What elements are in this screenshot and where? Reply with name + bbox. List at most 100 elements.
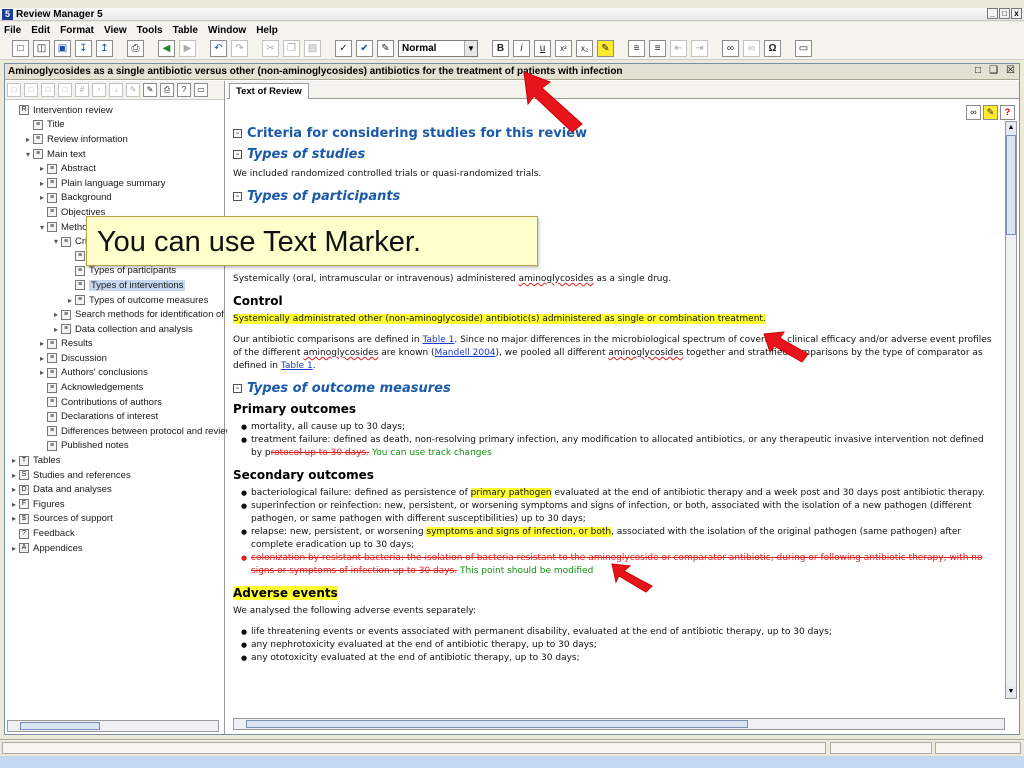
- scrollbar-thumb[interactable]: [1006, 135, 1016, 235]
- tree-item[interactable]: ≡ Types of interventions: [5, 278, 219, 293]
- maximize-button[interactable]: □: [999, 8, 1010, 19]
- tree-item[interactable]: ▸ S Studies and references: [5, 468, 219, 483]
- tree-item[interactable]: ▸ ≡ Plain language summary: [5, 176, 219, 191]
- menu-table[interactable]: Table: [173, 25, 198, 36]
- expand-toggle-icon[interactable]: ▾: [37, 223, 47, 232]
- tree-item[interactable]: ▸ ≡ Authors' conclusions: [5, 366, 219, 381]
- tree-item[interactable]: ▸ A Appendices: [5, 541, 219, 556]
- tree-item[interactable]: ▸ ≡ Data collection and analysis: [5, 322, 219, 337]
- expand-toggle-icon[interactable]: ▸: [9, 456, 19, 465]
- properties-icon[interactable]: □: [41, 83, 55, 97]
- tree-item[interactable]: R Intervention review: [5, 103, 219, 118]
- paragraph-style-select[interactable]: Normal ▼: [398, 40, 478, 57]
- move-up-icon[interactable]: ↑: [92, 83, 106, 97]
- paste-icon[interactable]: ▨: [304, 40, 321, 57]
- unlink-icon[interactable]: ∞: [743, 40, 760, 57]
- tree-item[interactable]: ▸ D Data and analyses: [5, 482, 219, 497]
- expand-toggle-icon[interactable]: ▸: [37, 193, 47, 202]
- rename-icon[interactable]: □: [58, 83, 72, 97]
- back-arrow-icon[interactable]: ◀: [158, 40, 175, 57]
- note-icon[interactable]: ✎: [983, 105, 998, 120]
- tree-item[interactable]: ▸ F Figures: [5, 497, 219, 512]
- collapse-icon[interactable]: -: [233, 129, 242, 139]
- expand-toggle-icon[interactable]: ▸: [37, 339, 47, 348]
- increase-indent-icon[interactable]: ⇥: [691, 40, 708, 57]
- tree-item[interactable]: ▸ ≡ Review information: [5, 132, 219, 147]
- scrollbar-thumb[interactable]: [246, 720, 748, 728]
- tree-item[interactable]: ▸ T Tables: [5, 453, 219, 468]
- restore-pane-icon[interactable]: ❑: [989, 65, 998, 76]
- new-document-icon[interactable]: □: [12, 40, 29, 57]
- special-character-button[interactable]: Ω: [764, 40, 781, 57]
- fullscreen-icon[interactable]: ▭: [795, 40, 812, 57]
- help-icon[interactable]: ?: [1000, 105, 1015, 120]
- link-tool-icon[interactable]: ∞: [966, 105, 981, 120]
- expand-toggle-icon[interactable]: ▸: [65, 296, 75, 305]
- menu-edit[interactable]: Edit: [31, 25, 50, 36]
- table-link[interactable]: Table 1: [422, 335, 454, 345]
- tree-item[interactable]: ▸ $ Sources of support: [5, 512, 219, 527]
- expand-toggle-icon[interactable]: ▸: [9, 485, 19, 494]
- add-section-icon[interactable]: □: [7, 83, 21, 97]
- collapse-icon[interactable]: -: [233, 192, 242, 202]
- minimize-pane-icon[interactable]: □: [975, 65, 981, 76]
- tree-item[interactable]: ▸ ≡ Results: [5, 337, 219, 352]
- superscript-button[interactable]: x²: [555, 40, 572, 57]
- menu-help[interactable]: Help: [256, 25, 278, 36]
- menu-format[interactable]: Format: [60, 25, 94, 36]
- minimize-button[interactable]: _: [987, 8, 998, 19]
- menu-view[interactable]: View: [104, 25, 127, 36]
- numbered-list-icon[interactable]: ≡: [649, 40, 666, 57]
- import-icon[interactable]: ↧: [75, 40, 92, 57]
- expand-toggle-icon[interactable]: ▸: [9, 500, 19, 509]
- tree-item[interactable]: ▸ ≡ Types of outcome measures: [5, 293, 219, 308]
- notes-icon[interactable]: ✎: [143, 83, 157, 97]
- tree-item[interactable]: ≡ Title: [5, 118, 219, 133]
- expand-toggle-icon[interactable]: ▸: [37, 164, 47, 173]
- expand-toggle-icon[interactable]: ▾: [51, 237, 61, 246]
- export-icon[interactable]: ↥: [96, 40, 113, 57]
- expand-toggle-icon[interactable]: ▸: [9, 514, 19, 523]
- cut-icon[interactable]: ✂: [262, 40, 279, 57]
- expand-toggle-icon[interactable]: ▸: [37, 179, 47, 188]
- move-down-icon[interactable]: ↓: [109, 83, 123, 97]
- save-icon[interactable]: ▣: [54, 40, 71, 57]
- expand-toggle-icon[interactable]: ▾: [23, 150, 33, 159]
- tree-item[interactable]: ≡ Published notes: [5, 439, 219, 454]
- undo-icon[interactable]: ↶: [210, 40, 227, 57]
- copy-icon[interactable]: ❐: [283, 40, 300, 57]
- help-icon[interactable]: ?: [177, 83, 191, 97]
- tree-item[interactable]: ≡ Differences between protocol and review: [5, 424, 232, 439]
- menu-file[interactable]: File: [4, 25, 21, 36]
- tree-item[interactable]: ? Feedback: [5, 526, 219, 541]
- decrease-indent-icon[interactable]: ⇤: [670, 40, 687, 57]
- expand-toggle-icon[interactable]: ▸: [23, 135, 33, 144]
- tree-item[interactable]: ▸ ≡ Search methods for identification of s…: [5, 307, 257, 322]
- close-button[interactable]: x: [1011, 8, 1022, 19]
- menu-window[interactable]: Window: [208, 25, 246, 36]
- collapse-icon[interactable]: -: [233, 384, 242, 394]
- print-outline-icon[interactable]: ⎙: [160, 83, 174, 97]
- close-pane-icon[interactable]: ☒: [1006, 65, 1015, 76]
- open-folder-icon[interactable]: ◫: [33, 40, 50, 57]
- spellcheck-auto-icon[interactable]: ✔: [356, 40, 373, 57]
- bold-button[interactable]: B: [492, 40, 509, 57]
- menu-tools[interactable]: Tools: [137, 25, 163, 36]
- print-icon[interactable]: ⎙: [127, 40, 144, 57]
- bullet-list-icon[interactable]: ≡: [628, 40, 645, 57]
- outline-horizontal-scrollbar[interactable]: [7, 720, 219, 732]
- content-horizontal-scrollbar[interactable]: [233, 718, 1005, 730]
- underline-button[interactable]: u: [534, 40, 551, 57]
- collapse-icon[interactable]: -: [233, 150, 242, 160]
- subscript-button[interactable]: x₂: [576, 40, 593, 57]
- tree-item[interactable]: ▾ ≡ Main text: [5, 147, 219, 162]
- expand-toggle-icon[interactable]: ▸: [51, 325, 61, 334]
- content-vertical-scrollbar[interactable]: ▲ ▼: [1005, 121, 1017, 699]
- tree-item[interactable]: ▸ ≡ Abstract: [5, 161, 219, 176]
- table-link[interactable]: Table 1: [281, 361, 313, 371]
- italic-button[interactable]: i: [513, 40, 530, 57]
- redo-icon[interactable]: ↷: [231, 40, 248, 57]
- expand-toggle-icon[interactable]: ▸: [37, 368, 47, 377]
- tree-item[interactable]: ▸ ≡ Discussion: [5, 351, 219, 366]
- forward-arrow-icon[interactable]: ▶: [179, 40, 196, 57]
